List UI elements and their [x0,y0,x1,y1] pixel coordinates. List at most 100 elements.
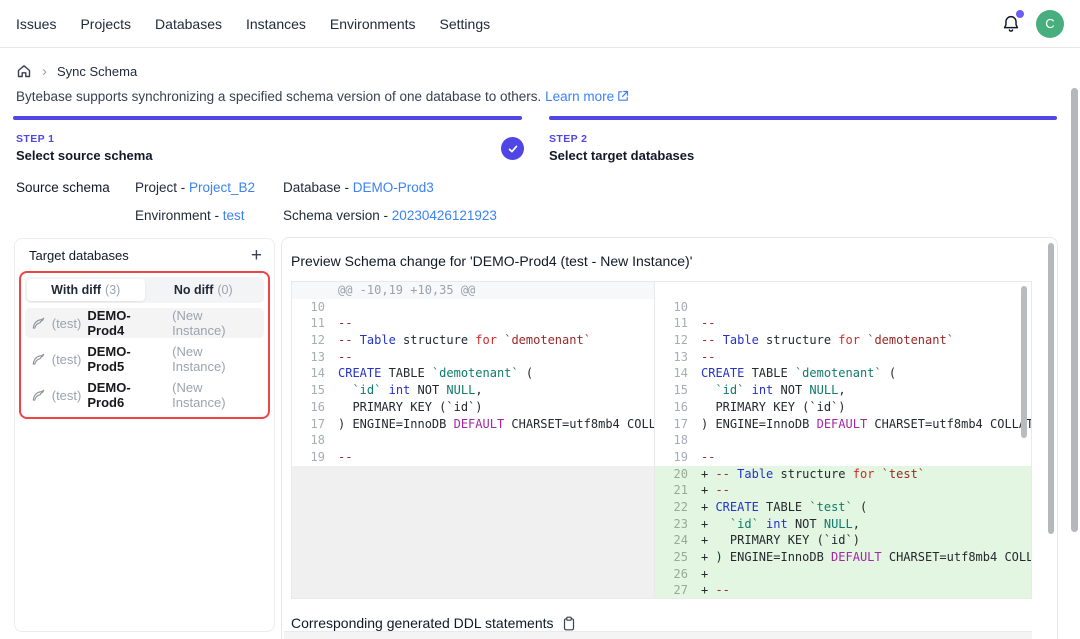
target-panel-header: Target databases + [15,239,274,269]
tab-no-diff[interactable]: No diff(0) [145,279,263,301]
diff-pane-modified[interactable]: 1011--12-- Table structure for `demotena… [654,282,1031,598]
line-number: 11 [292,315,338,332]
line-number: 14 [292,365,338,382]
nav-item-databases[interactable]: Databases [155,16,222,32]
code-line: 11-- [655,315,1031,332]
code-line: 16 PRIMARY KEY (`id`) [292,399,654,416]
line-content: + ) ENGINE=InnoDB DEFAULT CHARSET=utf8mb… [701,549,1031,566]
code-line: 23+ `id` int NOT NULL, [655,516,1031,533]
line-number: 12 [292,332,338,349]
target-database-item[interactable]: (test)DEMO-Prod4(New Instance) [25,308,264,338]
tab-count: (3) [105,283,120,297]
line-number: 17 [655,416,701,433]
code-line: 10 [292,299,654,316]
nav-item-environments[interactable]: Environments [330,16,416,32]
line-content: -- [701,449,1031,466]
target-databases-panel: Target databases + With diff (3) No diff(0… [14,238,275,632]
preview-panel: Preview Schema change for 'DEMO-Prod4 (t… [281,237,1058,639]
editor-vertical-scrollbar[interactable] [1021,286,1027,438]
add-target-database-button[interactable]: + [251,249,262,263]
line-content [701,299,1031,316]
line-content: CREATE TABLE `demotenant` ( [338,365,654,382]
line-number [655,282,701,299]
nav-item-issues[interactable]: Issues [16,16,56,32]
step1-title: Select source schema [16,148,153,163]
code-line: 17) ENGINE=InnoDB DEFAULT CHARSET=utf8mb… [655,416,1031,433]
database-instance-suffix: (New Instance) [172,308,258,338]
notifications-button[interactable] [1000,13,1022,35]
diff-pane-original[interactable]: @@ -10,19 +10,35 @@1011--12-- Table stru… [292,282,654,598]
check-icon [507,143,519,155]
schema-diff-editor[interactable]: @@ -10,19 +10,35 @@1011--12-- Table stru… [291,281,1032,599]
step1-complete-badge [501,137,524,160]
line-number: 19 [655,449,701,466]
ddl-editor-top-edge [284,631,1032,639]
mysql-dolphin-icon [31,316,46,331]
code-line: 15 `id` int NOT NULL, [655,382,1031,399]
avatar[interactable]: C [1036,10,1064,38]
code-line: 15 `id` int NOT NULL, [292,382,654,399]
code-line [655,282,1031,299]
nav-item-settings[interactable]: Settings [440,16,491,32]
target-database-item[interactable]: (test)DEMO-Prod6(New Instance) [25,380,264,410]
code-line: 12-- Table structure for `demotenant` [292,332,654,349]
field-value-link[interactable]: test [223,208,245,223]
breadcrumb: › Sync Schema [16,63,137,79]
source-field-database: Database - DEMO-Prod3 [283,180,497,195]
home-icon[interactable] [16,63,32,79]
field-value-link[interactable]: Project_B2 [189,180,255,195]
line-content: + -- Table structure for `test` [701,466,1031,483]
nav-right: C [1000,10,1064,38]
panel-vertical-scrollbar[interactable] [1048,243,1054,534]
clipboard-icon [562,616,576,631]
line-number: 18 [655,432,701,449]
line-content: ) ENGINE=InnoDB DEFAULT CHARSET=utf8mb4 … [338,416,654,433]
step-1: STEP 1 Select source schema [16,133,153,163]
code-line: 21+ -- [655,482,1031,499]
line-content: -- [701,315,1031,332]
tab-label: No diff [174,283,214,297]
tab-with-diff[interactable]: With diff (3) [27,279,145,301]
line-content [338,299,654,316]
line-number: 22 [655,499,701,516]
breadcrumb-separator-icon: › [42,64,47,79]
code-line: 26+ [655,566,1031,583]
code-line: 11-- [292,315,654,332]
line-number: 16 [292,399,338,416]
sync-schema-page: Issues Projects Databases Instances Environm… [0,0,1080,639]
line-content: -- Table structure for `demotenant` [338,332,654,349]
copy-ddl-button[interactable] [562,616,576,631]
page-vertical-scrollbar[interactable] [1071,88,1078,532]
preview-title: Preview Schema change for 'DEMO-Prod4 (t… [291,253,692,269]
nav-item-instances[interactable]: Instances [246,16,306,32]
line-number: 27 [655,582,701,598]
step2-label: STEP 2 [549,133,694,145]
breadcrumb-page: Sync Schema [57,64,137,79]
field-name: Project - [135,180,189,195]
code-line: 12-- Table structure for `demotenant` [655,332,1031,349]
field-value-link[interactable]: DEMO-Prod3 [353,180,434,195]
code-line: 27+ -- [655,582,1031,598]
source-field-environment: Environment - test [135,208,283,223]
tab-label: With diff [51,283,101,297]
line-content: -- [701,349,1031,366]
nav-item-projects[interactable]: Projects [80,16,131,32]
code-line: 19-- [292,449,654,466]
database-instance-suffix: (New Instance) [172,380,258,410]
diff-tabs: With diff (3) No diff(0) [25,277,264,303]
target-database-item[interactable]: (test)DEMO-Prod5(New Instance) [25,344,264,374]
database-instance-suffix: (New Instance) [172,344,258,374]
line-number: 10 [655,299,701,316]
source-schema-fields: Project - Project_B2 Database - DEMO-Prod… [135,180,497,223]
line-content [338,432,654,449]
line-content: + `id` int NOT NULL, [701,516,1031,533]
code-line: 18 [655,432,1031,449]
external-link-icon [617,90,629,102]
top-nav: Issues Projects Databases Instances Environm… [0,0,1080,48]
learn-more-link[interactable]: Learn more [545,89,614,104]
field-name: Schema version - [283,208,392,223]
code-line: 14CREATE TABLE `demotenant` ( [655,365,1031,382]
field-name: Database - [283,180,353,195]
line-number: 15 [655,382,701,399]
field-value-link[interactable]: 20230426121923 [392,208,497,223]
